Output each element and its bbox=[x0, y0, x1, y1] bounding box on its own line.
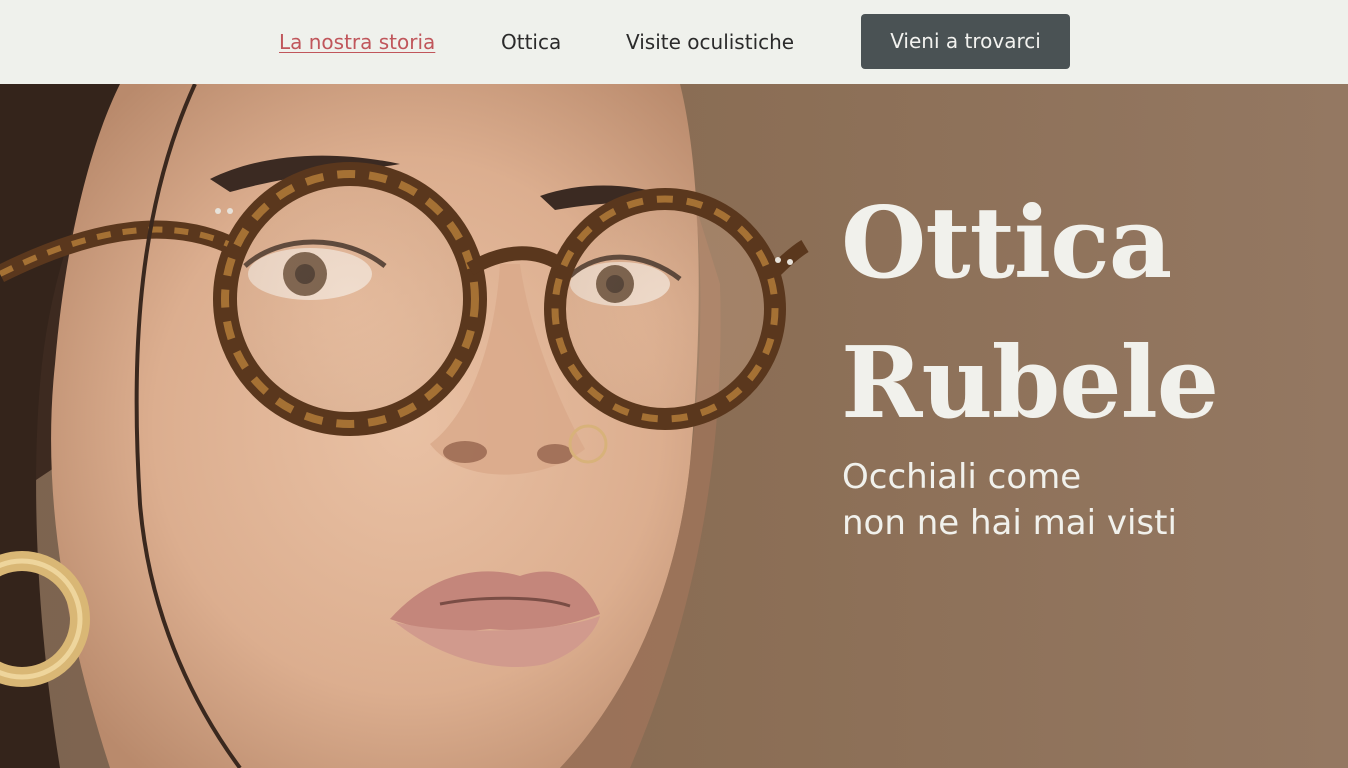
nav-link-eye-exams[interactable]: Visite oculistiche bbox=[626, 30, 794, 54]
hero-title-line-1: Ottica bbox=[841, 186, 1172, 301]
nav-link-optics[interactable]: Ottica bbox=[501, 30, 561, 54]
visit-us-button[interactable]: Vieni a trovarci bbox=[861, 14, 1070, 69]
hero-section: Ottica Rubele Occhiali come non ne hai m… bbox=[0, 84, 1348, 768]
site-header: La nostra storia Ottica Visite oculistic… bbox=[0, 0, 1348, 84]
hero-title-line-2: Rubele bbox=[841, 326, 1219, 441]
hero-title: Ottica Rubele bbox=[841, 174, 1321, 454]
hero-subtitle-line-1: Occhiali come bbox=[842, 457, 1082, 497]
nav-link-our-story[interactable]: La nostra storia bbox=[279, 30, 435, 54]
hero-subtitle-line-2: non ne hai mai visti bbox=[842, 503, 1177, 543]
hero-subtitle: Occhiali come non ne hai mai visti bbox=[842, 454, 1322, 546]
